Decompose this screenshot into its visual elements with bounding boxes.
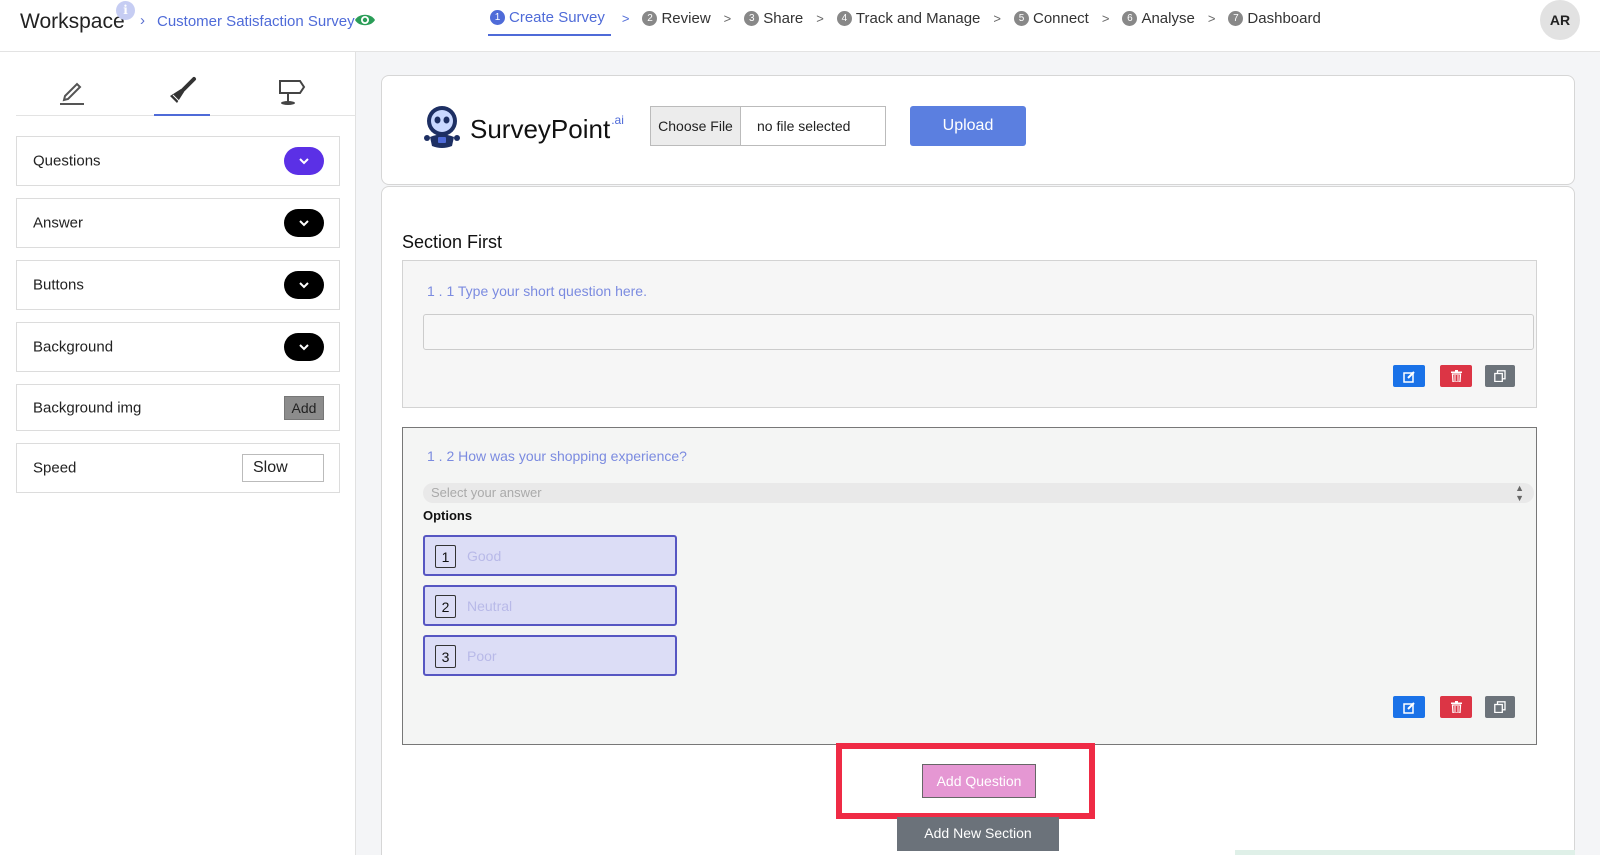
option-item[interactable]: 1 Good xyxy=(423,535,677,576)
question-text: 1 . 2 How was your shopping experience? xyxy=(427,448,687,464)
chevron-down-icon xyxy=(299,343,309,350)
questions-expand-toggle[interactable] xyxy=(284,147,324,175)
step-chevron-icon: > xyxy=(993,10,1001,26)
step-chevron-icon: > xyxy=(723,10,732,26)
add-new-section-button[interactable]: Add New Section xyxy=(897,817,1059,851)
background-img-row: Background img Add xyxy=(16,384,340,431)
step-connect[interactable]: 5 Connect xyxy=(1012,0,1091,36)
file-input[interactable]: Choose File no file selected xyxy=(650,106,886,146)
design-panel: Questions Answer Buttons Background Back… xyxy=(0,52,356,855)
step-share[interactable]: 3 Share xyxy=(742,0,805,36)
trash-icon xyxy=(1450,370,1462,382)
step-create-survey[interactable]: 1 Create Survey xyxy=(488,0,611,36)
wizard-steps: 1 Create Survey > 2 Review > 3 Share > 4… xyxy=(488,0,1323,36)
tab-edit[interactable] xyxy=(44,76,100,116)
chevron-down-icon xyxy=(299,281,309,288)
robot-logo-icon xyxy=(424,106,460,148)
speed-row: Speed Slow xyxy=(16,443,340,493)
edit-icon xyxy=(1402,701,1415,714)
duplicate-question-button[interactable] xyxy=(1485,696,1515,718)
step-chevron-icon: > xyxy=(816,10,824,26)
speed-select[interactable]: Slow xyxy=(242,454,324,482)
section-title: Section First xyxy=(402,232,503,252)
short-answer-input[interactable] xyxy=(423,314,1534,350)
duplicate-question-button[interactable] xyxy=(1485,365,1515,387)
answer-style-row: Answer xyxy=(16,198,340,248)
top-bar: Workspace i › Customer Satisfaction Surv… xyxy=(0,0,1600,52)
delete-question-button[interactable] xyxy=(1440,365,1472,387)
copy-icon xyxy=(1494,370,1506,382)
question-card-1: 1 . 1 Type your short question here. xyxy=(402,260,1537,408)
panel-tabs xyxy=(16,52,356,116)
question-card-2: 1 . 2 How was your shopping experience? … xyxy=(402,427,1537,745)
step-chevron-icon: > xyxy=(1207,10,1216,26)
tab-style[interactable] xyxy=(154,76,210,116)
add-background-img-button[interactable]: Add xyxy=(284,395,324,420)
user-avatar[interactable]: AR xyxy=(1540,0,1580,40)
file-status: no file selected xyxy=(757,118,851,134)
chevron-down-icon xyxy=(299,219,309,226)
answer-expand-toggle[interactable] xyxy=(284,209,324,237)
breadcrumb-chevron-icon: › xyxy=(140,12,145,29)
questions-style-row: Questions xyxy=(16,136,340,186)
choose-file-button[interactable]: Choose File xyxy=(651,107,741,145)
buttons-expand-toggle[interactable] xyxy=(284,271,324,299)
step-chevron-icon: > xyxy=(621,10,630,26)
signpost-icon xyxy=(279,80,306,105)
step-review[interactable]: 2 Review xyxy=(640,0,712,36)
buttons-style-row: Buttons xyxy=(16,260,340,310)
pencil-icon xyxy=(60,82,84,105)
background-expand-toggle[interactable] xyxy=(284,333,324,361)
survey-name-breadcrumb[interactable]: Customer Satisfaction Survey xyxy=(157,13,355,30)
step-chevron-icon: > xyxy=(1101,10,1110,26)
notification-edge xyxy=(1235,850,1575,855)
eye-icon[interactable] xyxy=(354,12,376,28)
option-item[interactable]: 3 Poor xyxy=(423,635,677,676)
highlight-box xyxy=(836,743,1095,819)
step-analyse[interactable]: 6 Analyse xyxy=(1120,0,1196,36)
copy-icon xyxy=(1494,701,1506,713)
option-item[interactable]: 2 Neutral xyxy=(423,585,677,626)
edit-question-button[interactable] xyxy=(1393,365,1425,387)
tab-logic[interactable] xyxy=(264,76,320,116)
edit-icon xyxy=(1402,370,1415,383)
trash-icon xyxy=(1450,701,1462,713)
brand-logo: SurveyPoint .ai xyxy=(422,104,624,150)
step-dashboard[interactable]: 7 Dashboard xyxy=(1226,0,1322,36)
chevron-down-icon xyxy=(299,157,309,164)
background-style-row: Background xyxy=(16,322,340,372)
question-text: 1 . 1 Type your short question here. xyxy=(427,283,647,299)
info-icon[interactable]: i xyxy=(116,1,135,20)
brush-icon xyxy=(170,77,196,103)
upload-button[interactable]: Upload xyxy=(910,106,1026,146)
edit-question-button[interactable] xyxy=(1393,696,1425,718)
delete-question-button[interactable] xyxy=(1440,696,1472,718)
step-track-and-manage[interactable]: 4 Track and Manage xyxy=(835,0,983,36)
answer-select[interactable]: Select your answer ▲ ▼ xyxy=(423,483,1534,503)
select-arrows-icon: ▲ ▼ xyxy=(1515,483,1524,503)
options-label: Options xyxy=(423,508,473,523)
survey-header-card: SurveyPoint .ai Choose File no file sele… xyxy=(381,75,1575,185)
workspace-link[interactable]: Workspace xyxy=(20,10,125,34)
